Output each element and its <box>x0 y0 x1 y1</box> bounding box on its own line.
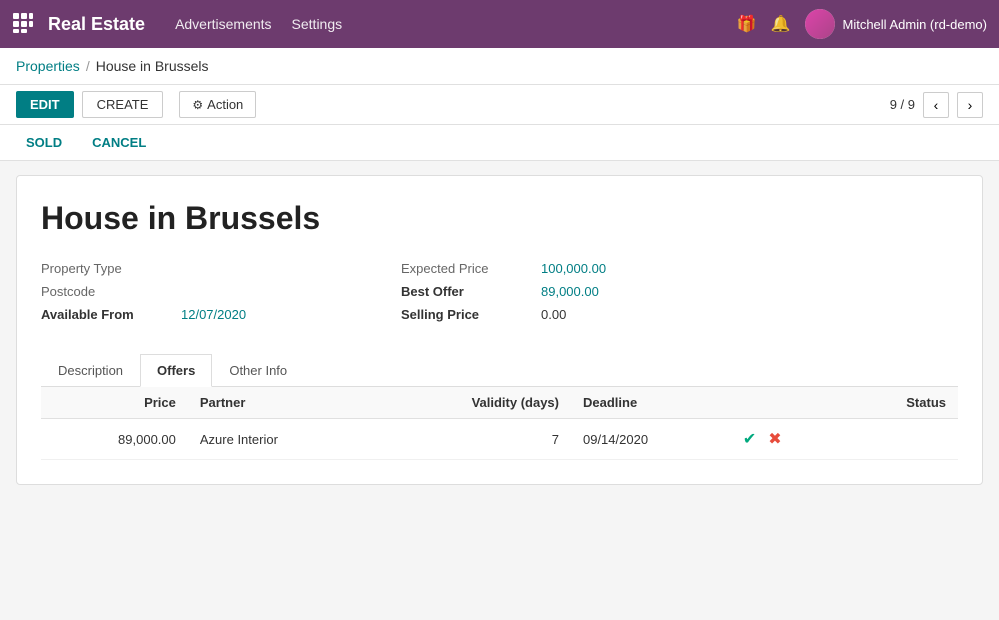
postcode-label: Postcode <box>41 284 181 299</box>
edit-button[interactable]: EDIT <box>16 91 74 118</box>
user-menu[interactable]: Mitchell Admin (rd-demo) <box>805 9 988 39</box>
pagination-next[interactable]: › <box>957 92 983 118</box>
actions-cell: ✔ ✖ <box>743 429 832 449</box>
app-title: Real Estate <box>48 14 145 35</box>
action-button[interactable]: ⚙Action <box>179 91 256 118</box>
expected-price-row: Expected Price 100,000.00 <box>401 261 958 276</box>
tab-offers[interactable]: Offers <box>140 354 212 387</box>
table-header-row: Price Partner Validity (days) Deadline S… <box>41 387 958 419</box>
action-bar: EDIT CREATE ⚙Action 9 / 9 ‹ › <box>0 85 999 125</box>
property-title: House in Brussels <box>41 200 958 237</box>
form-card: House in Brussels Property Type Postcode… <box>16 175 983 485</box>
postcode-row: Postcode <box>41 284 361 299</box>
offer-partner: Azure Interior <box>188 419 371 460</box>
accept-icon[interactable]: ✔ <box>743 429 756 449</box>
user-name: Mitchell Admin (rd-demo) <box>843 17 988 32</box>
sold-button[interactable]: SOLD <box>16 131 72 154</box>
tab-description[interactable]: Description <box>41 354 140 387</box>
cancel-status-button[interactable]: CANCEL <box>82 131 156 154</box>
tabs: Description Offers Other Info <box>41 354 958 387</box>
best-offer-value: 89,000.00 <box>541 284 599 299</box>
offer-validity: 7 <box>371 419 571 460</box>
gear-icon: ⚙ <box>192 98 203 112</box>
pagination-count: 9 / 9 <box>890 97 915 112</box>
breadcrumb: Properties / House in Brussels <box>0 48 999 85</box>
topnav-right: 🎁 🔔 Mitchell Admin (rd-demo) <box>737 9 987 39</box>
reject-icon[interactable]: ✖ <box>768 429 781 449</box>
tab-other-info[interactable]: Other Info <box>212 354 304 387</box>
offers-table: Price Partner Validity (days) Deadline S… <box>41 387 958 460</box>
col-partner: Partner <box>188 387 371 419</box>
available-from-value: 12/07/2020 <box>181 307 246 322</box>
expected-price-label: Expected Price <box>401 261 541 276</box>
nav-links: Advertisements Settings <box>175 16 737 32</box>
avatar <box>805 9 835 39</box>
gift-icon[interactable]: 🎁 <box>737 14 757 34</box>
offer-actions: ✔ ✖ <box>731 419 844 460</box>
col-price: Price <box>41 387 188 419</box>
col-actions <box>731 387 844 419</box>
breadcrumb-current: House in Brussels <box>96 58 209 74</box>
available-from-row: Available From 12/07/2020 <box>41 307 361 322</box>
property-type-row: Property Type <box>41 261 361 276</box>
selling-price-label: Selling Price <box>401 307 541 322</box>
main-content: House in Brussels Property Type Postcode… <box>0 161 999 614</box>
breadcrumb-parent[interactable]: Properties <box>16 58 80 74</box>
property-type-label: Property Type <box>41 261 181 276</box>
nav-advertisements[interactable]: Advertisements <box>175 16 271 32</box>
bell-icon[interactable]: 🔔 <box>771 14 791 34</box>
apps-menu-icon[interactable] <box>12 12 34 37</box>
available-from-label: Available From <box>41 307 181 322</box>
col-deadline: Deadline <box>571 387 731 419</box>
selling-price-value: 0.00 <box>541 307 566 322</box>
breadcrumb-separator: / <box>86 58 90 74</box>
create-button[interactable]: CREATE <box>82 91 164 118</box>
col-validity: Validity (days) <box>371 387 571 419</box>
left-fields: Property Type Postcode Available From 12… <box>41 261 361 330</box>
offer-price: 89,000.00 <box>41 419 188 460</box>
expected-price-value: 100,000.00 <box>541 261 606 276</box>
offer-deadline: 09/14/2020 <box>571 419 731 460</box>
col-status: Status <box>844 387 958 419</box>
status-bar: SOLD CANCEL <box>0 125 999 161</box>
offer-status <box>844 419 958 460</box>
top-navigation: Real Estate Advertisements Settings 🎁 🔔 … <box>0 0 999 48</box>
best-offer-row: Best Offer 89,000.00 <box>401 284 958 299</box>
best-offer-label: Best Offer <box>401 284 541 299</box>
pagination: 9 / 9 ‹ › <box>890 92 983 118</box>
right-fields: Expected Price 100,000.00 Best Offer 89,… <box>401 261 958 330</box>
nav-settings[interactable]: Settings <box>292 16 343 32</box>
table-row: 89,000.00 Azure Interior 7 09/14/2020 ✔ … <box>41 419 958 460</box>
fields-section: Property Type Postcode Available From 12… <box>41 261 958 330</box>
selling-price-row: Selling Price 0.00 <box>401 307 958 322</box>
pagination-prev[interactable]: ‹ <box>923 92 949 118</box>
